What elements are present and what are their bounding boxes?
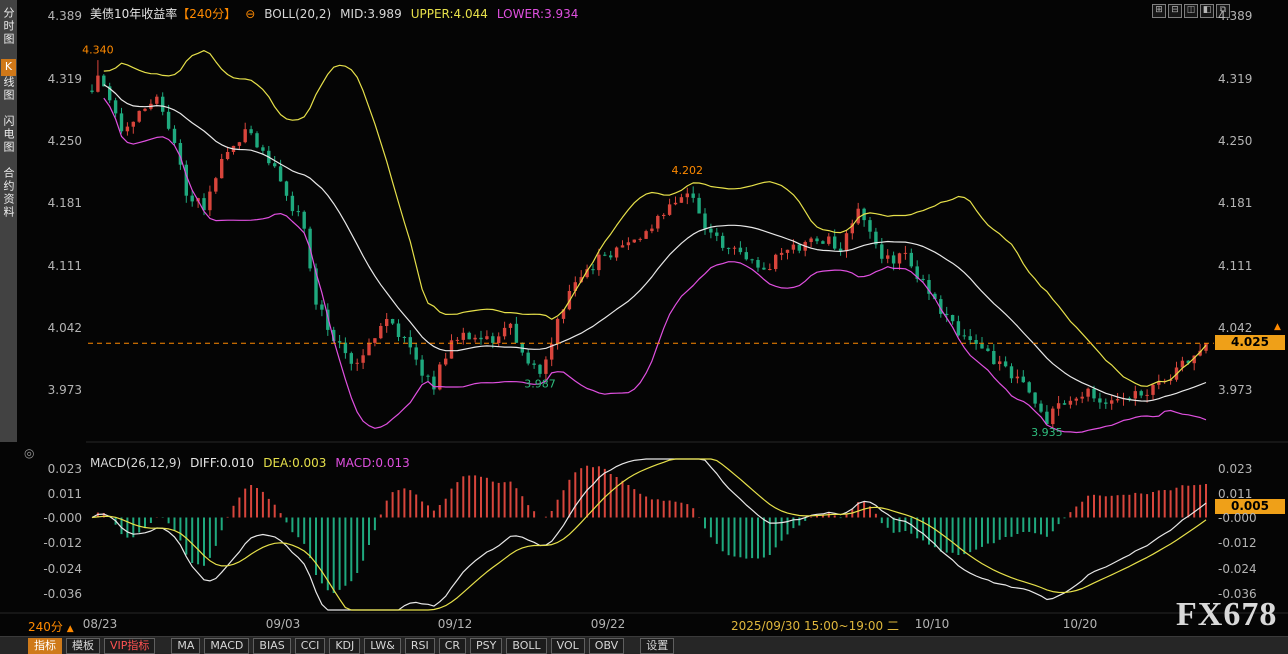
split-view-icon[interactable]: ◫ [1184,4,1198,18]
indicator-tab-cr[interactable]: CR [439,638,466,654]
period-label: 240分 [28,620,63,634]
indicator-tab-vol[interactable]: VOL [551,638,585,654]
boll-label: BOLL(20,2) [264,7,331,21]
svg-text:3.987: 3.987 [524,378,556,391]
chart-title: 美债10年收益率 [90,5,177,22]
boll-mid-value: MID:3.989 [340,7,402,21]
indicator-tab-kdj[interactable]: KDJ [329,638,360,654]
indicator-tab-rsi[interactable]: RSI [405,638,435,654]
indicator-tab-boll[interactable]: BOLL [506,638,546,654]
indicator-tab-obv[interactable]: OBV [589,638,624,654]
sidebar-item-2[interactable]: K线图 [1,59,16,102]
boll-upper-value: UPPER:4.044 [411,7,488,21]
indicator-target-icon[interactable]: ◎ [24,446,34,460]
current-price-marker: 4.025 [1215,335,1285,350]
indicator-tab-ma[interactable]: MA [171,638,200,654]
fx678-watermark: FX678 [1176,596,1277,634]
sidebar-item-1[interactable]: 分时图 [1,7,16,46]
indicator-tab-lw&[interactable]: LW& [364,638,401,654]
pane-view-icon[interactable]: ◧ [1200,4,1214,18]
macd-header: MACD(26,12,9) DIFF:0.010 DEA:0.003 MACD:… [90,456,410,470]
svg-text:4.340: 4.340 [82,44,114,57]
period-indicator[interactable]: 240分 ▲ [28,618,74,635]
trading-app: 4.340 4.202 3.987 3.935 分时图 K线图闪电图合约资料 美债10年… [0,0,1288,654]
chart-canvas[interactable]: 4.340 4.202 3.987 3.935 [0,0,1288,654]
period-arrow-icon: ▲ [67,624,74,634]
tab-2[interactable]: 模板 [66,638,100,654]
minimize-icon[interactable]: ⊟ [1168,4,1182,18]
macd-dea-value: DEA:0.003 [263,456,326,470]
indicator-tab-psy[interactable]: PSY [470,638,502,654]
current-macd-marker: 0.005 [1215,499,1285,514]
indicator-tab-bias[interactable]: BIAS [253,638,290,654]
settings-tab[interactable]: 设置 [640,638,674,654]
active-chart-type-badge: K [1,59,16,76]
indicator-tab-cci[interactable]: CCI [295,638,326,654]
svg-text:4.202: 4.202 [672,164,704,177]
tab-1[interactable]: 指标 [28,638,62,654]
macd-macd-value: MACD:0.013 [335,456,409,470]
collapse-icon[interactable]: ⊖ [245,7,255,21]
selected-candle-time: 2025/09/30 15:00~19:00 二 [731,617,899,634]
title-group: 美债10年收益率 【240分】 [90,5,236,22]
macd-label: MACD(26,12,9) [90,456,181,470]
price-up-arrow-icon: ▲ [1274,322,1281,332]
sidebar-item-4[interactable]: 合约资料 [1,167,16,219]
chart-period-tag: 【240分】 [177,5,236,22]
boll-lower-value: LOWER:3.934 [497,7,579,21]
chart-header: 美债10年收益率 【240分】 ⊖ BOLL(20,2) MID:3.989 U… [90,5,578,22]
window-controls: ⊞⊟◫◧⧉ [1152,4,1230,18]
indicator-tabbar: 指标模板VIP指标 MAMACDBIAS CCIKDJLW&RSICRPSYBOLL… [0,636,1288,654]
sidebar-item-3[interactable]: 闪电图 [1,115,16,154]
macd-diff-value: DIFF:0.010 [190,456,254,470]
tab-3[interactable]: VIP指标 [104,638,155,654]
layout-grid-icon[interactable]: ⊞ [1152,4,1166,18]
chart-type-sidebar: 分时图 K线图闪电图合约资料 [0,0,17,442]
indicator-tab-macd[interactable]: MACD [204,638,249,654]
svg-text:3.935: 3.935 [1031,426,1063,439]
cascade-icon[interactable]: ⧉ [1216,4,1230,18]
